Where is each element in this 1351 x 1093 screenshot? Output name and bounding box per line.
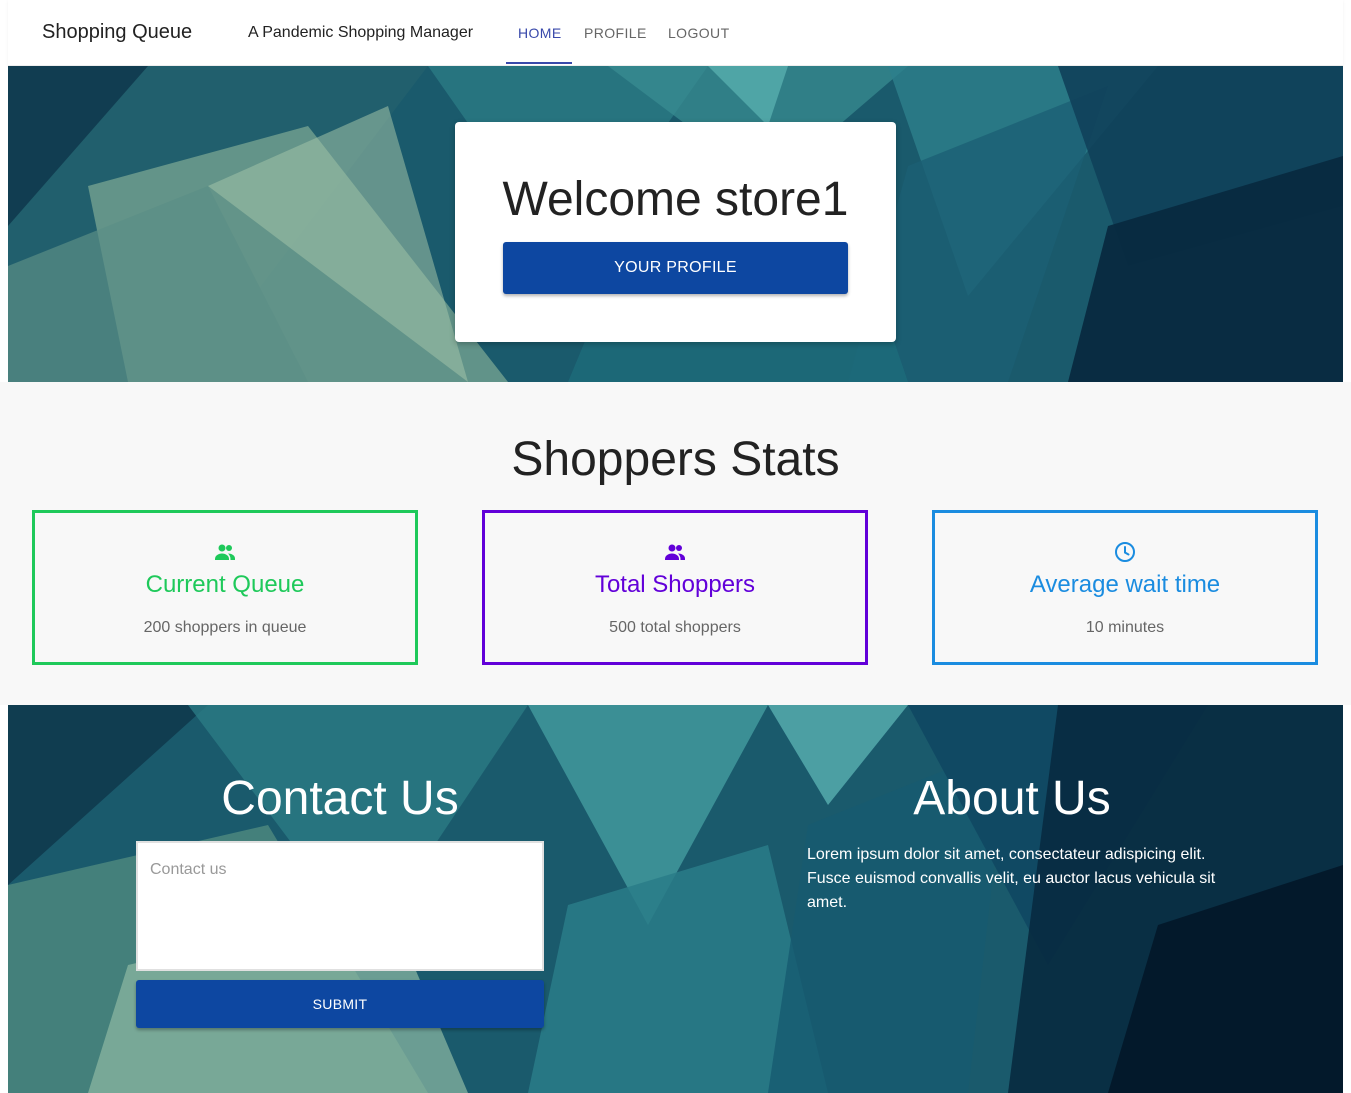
people-icon	[215, 544, 235, 560]
tab-home[interactable]: HOME	[518, 25, 562, 41]
stat-card-average-wait: Average wait time 10 minutes	[932, 510, 1318, 665]
submit-button[interactable]: SUBMIT	[136, 980, 544, 1028]
brand-tagline: A Pandemic Shopping Manager	[248, 24, 474, 41]
hero-banner: Welcome store1 YOUR PROFILE	[8, 66, 1343, 382]
average-wait-value: 10 minutes	[1085, 619, 1165, 636]
about-us-text: Lorem ipsum dolor sit amet, consectateur…	[807, 846, 1216, 911]
welcome-title: Welcome store1	[502, 173, 849, 226]
active-tab-indicator	[506, 62, 572, 64]
stats-heading: Shoppers Stats	[511, 433, 840, 486]
tab-profile[interactable]: PROFILE	[584, 25, 647, 41]
current-queue-title: Current Queue	[145, 571, 305, 598]
current-queue-value: 200 shoppers in queue	[143, 619, 307, 636]
contact-us-textarea[interactable]	[136, 841, 544, 971]
welcome-card: Welcome store1 YOUR PROFILE	[455, 122, 896, 342]
page: Shopping Queue A Pandemic Shopping Manag…	[0, 0, 1351, 1093]
footer-section: Contact Us SUBMIT About Us Lorem ipsum d…	[8, 705, 1343, 1093]
about-us-heading: About Us	[913, 772, 1111, 825]
total-shoppers-title: Total Shoppers	[594, 571, 756, 598]
stat-card-total-shoppers: Total Shoppers 500 total shoppers	[482, 510, 868, 665]
your-profile-button[interactable]: YOUR PROFILE	[503, 242, 848, 294]
shoppers-stats-section: Shoppers Stats Current Queue 200 shopper…	[0, 382, 1351, 705]
people-icon	[665, 544, 685, 560]
contact-us-heading: Contact Us	[221, 772, 459, 825]
brand-title[interactable]: Shopping Queue	[42, 21, 192, 44]
stat-card-current-queue: Current Queue 200 shoppers in queue	[32, 510, 418, 665]
top-navbar: Shopping Queue A Pandemic Shopping Manag…	[8, 0, 1343, 66]
total-shoppers-value: 500 total shoppers	[609, 619, 741, 636]
average-wait-title: Average wait time	[1029, 571, 1221, 598]
tab-logout[interactable]: LOGOUT	[668, 25, 730, 41]
clock-icon	[1115, 542, 1135, 562]
